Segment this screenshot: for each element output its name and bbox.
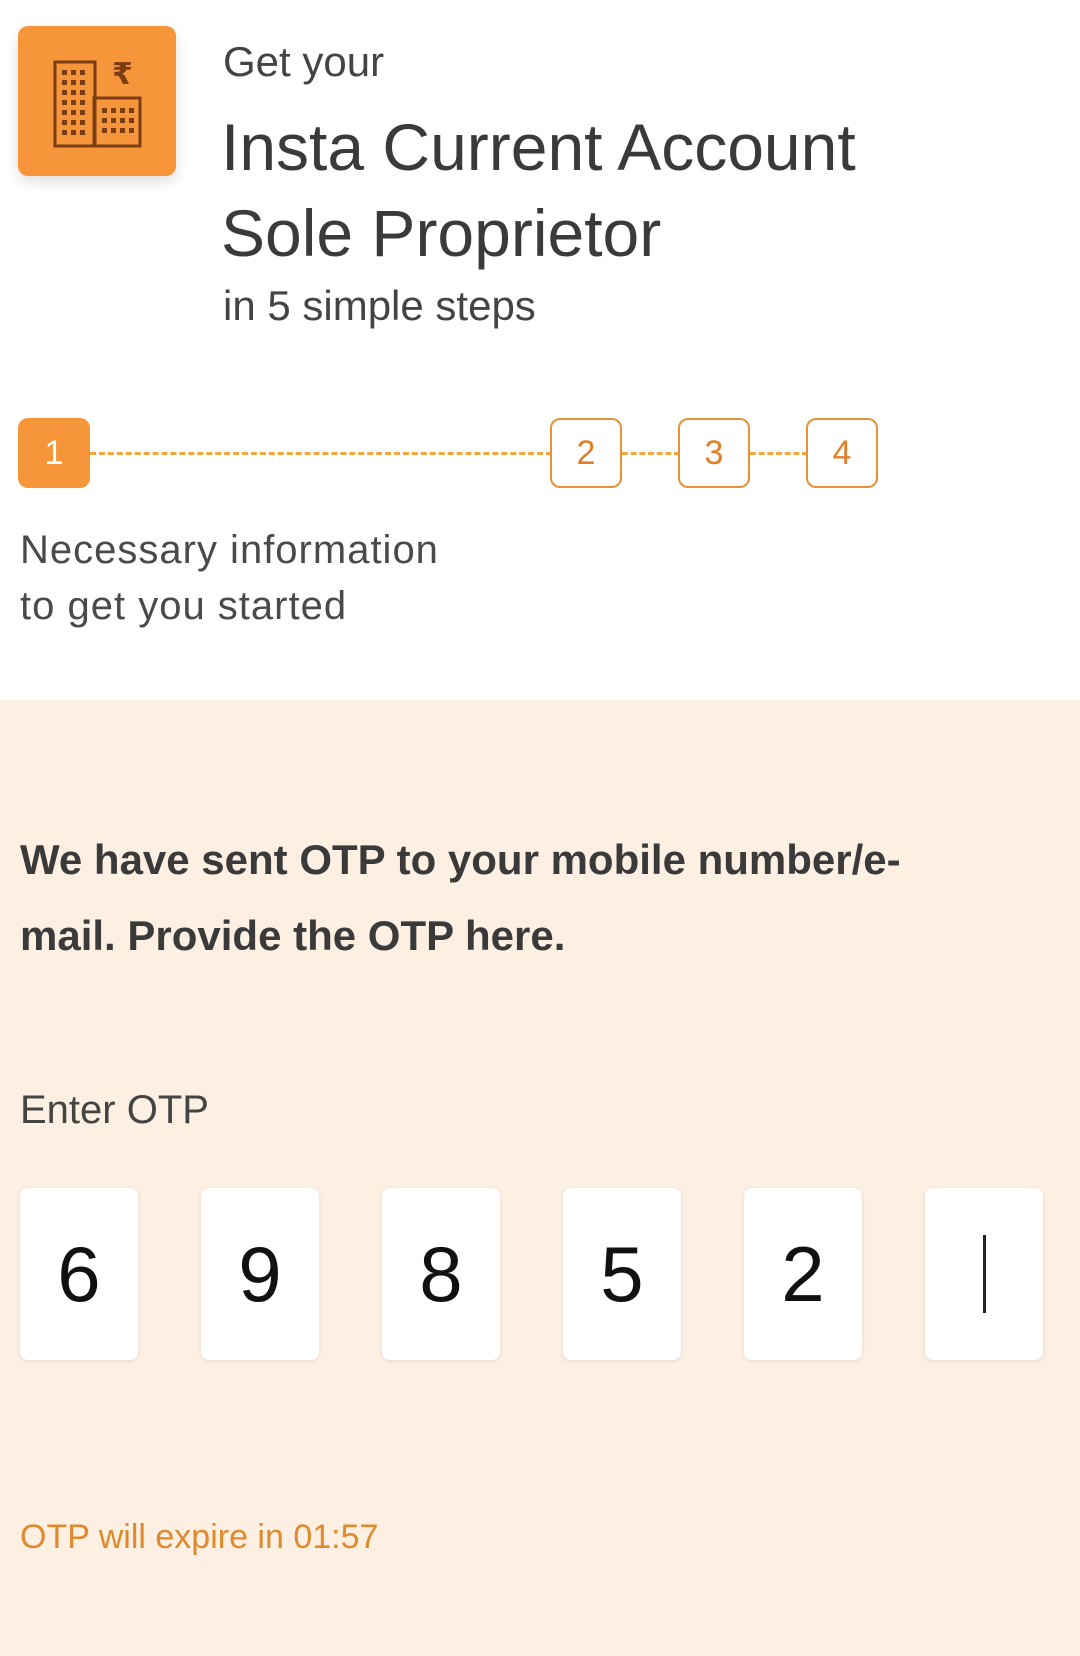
otp-instruction-line: mail. Provide the OTP here. <box>20 912 566 959</box>
step-description-line: to get you started <box>20 584 348 628</box>
step-1: 1 <box>18 418 90 488</box>
otp-digit-5[interactable]: 2 <box>744 1188 862 1360</box>
otp-digit-1[interactable]: 6 <box>20 1188 138 1360</box>
otp-instruction: We have sent OTP to your mobile number/e… <box>20 822 1060 974</box>
step-4: 4 <box>806 418 878 488</box>
page-title-line: Sole Proprietor <box>221 196 662 270</box>
step-description-line: Necessary information <box>20 528 439 572</box>
otp-digit-4[interactable]: 5 <box>563 1188 681 1360</box>
eyebrow-text: Get your <box>223 38 385 85</box>
otp-panel: We have sent OTP to your mobile number/e… <box>0 700 1080 1656</box>
otp-input-group: 6 9 8 5 2 <box>20 1188 1050 1360</box>
page-title: Insta Current Account Sole Proprietor <box>221 104 1061 276</box>
product-logo: ₹ <box>18 26 176 176</box>
text-caret <box>982 1235 986 1313</box>
otp-label: Enter OTP <box>20 1088 209 1132</box>
step-3: 3 <box>678 418 750 488</box>
page-title-line: Insta Current Account <box>221 110 856 184</box>
page: ₹ Get your Insta Current Account Sole Pr… <box>0 0 1080 1656</box>
subtitle: in 5 simple steps <box>223 282 536 329</box>
otp-instruction-line: We have sent OTP to your mobile number/e… <box>20 836 901 883</box>
step-connector <box>622 452 680 455</box>
svg-text:₹: ₹ <box>112 57 133 92</box>
progress-stepper: 1 2 3 4 <box>18 418 878 492</box>
otp-digit-6[interactable] <box>925 1188 1043 1360</box>
step-description: Necessary information to get you started <box>20 522 439 634</box>
otp-expiry-timer: OTP will expire in 01:57 <box>20 1518 379 1556</box>
otp-digit-2[interactable]: 9 <box>201 1188 319 1360</box>
step-connector <box>750 452 808 455</box>
step-connector <box>90 452 552 455</box>
header: ₹ Get your Insta Current Account Sole Pr… <box>0 0 1080 700</box>
step-2: 2 <box>550 418 622 488</box>
otp-digit-3[interactable]: 8 <box>382 1188 500 1360</box>
